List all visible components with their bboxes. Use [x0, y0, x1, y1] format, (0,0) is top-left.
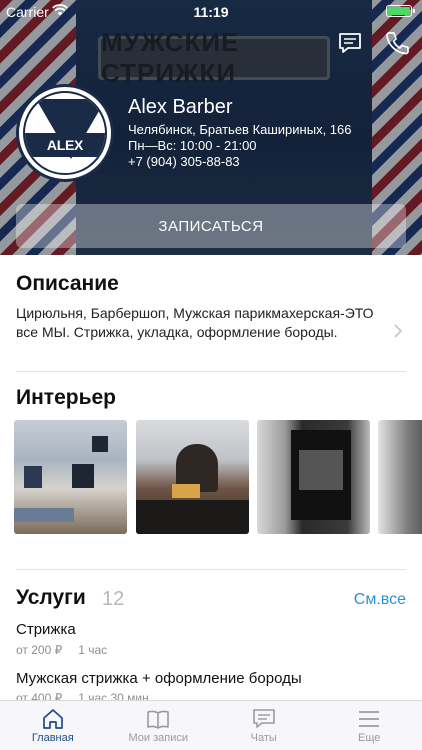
- see-all-link[interactable]: См.все: [354, 591, 406, 609]
- menu-icon: [359, 711, 380, 727]
- business-phone[interactable]: +7 (904) 305-88-83: [128, 154, 240, 169]
- services-title: Услуги: [16, 586, 86, 609]
- services-count: 12: [102, 588, 125, 610]
- clock: 11:19: [193, 4, 229, 20]
- business-hours: Пн—Вс: 10:00 - 21:00: [128, 138, 257, 153]
- description-text[interactable]: Цирюльня, Барбершоп, Мужская парикмахерс…: [16, 304, 376, 342]
- home-icon: [42, 709, 63, 729]
- business-address: Челябинск, Братьев Кашириных, 166: [128, 122, 352, 137]
- interior-photo[interactable]: [136, 420, 249, 534]
- service-duration: 1 час: [78, 643, 108, 657]
- interior-photo[interactable]: [378, 420, 422, 534]
- tab-bar: Главная Мои записи Чаты Еще: [0, 700, 422, 750]
- business-name: Alex Barber: [128, 96, 233, 118]
- tab-more[interactable]: Еще: [317, 701, 422, 750]
- interior-title: Интерьер: [16, 386, 116, 409]
- service-name[interactable]: Стрижка: [16, 621, 76, 638]
- barber-logo: ALEX BARBER: [16, 84, 114, 182]
- status-bar: Carrier 11:19: [0, 0, 422, 24]
- tab-home[interactable]: Главная: [0, 701, 106, 750]
- interior-gallery[interactable]: [14, 420, 422, 534]
- service-name[interactable]: Мужская стрижка + оформление бороды: [16, 670, 302, 687]
- tab-chats[interactable]: Чаты: [211, 701, 317, 750]
- interior-photo[interactable]: [14, 420, 127, 534]
- tab-label: Главная: [31, 732, 74, 744]
- phone-icon[interactable]: [384, 30, 410, 56]
- chat-icon[interactable]: [337, 30, 363, 56]
- battery-icon: [386, 5, 415, 17]
- chat-icon: [252, 709, 275, 728]
- book-button[interactable]: ЗАПИСАТЬСЯ: [16, 204, 406, 248]
- tab-label: Мои записи: [128, 732, 188, 744]
- tab-label: Еще: [358, 732, 381, 744]
- hero-banner: МУЖСКИЕ СТРИЖКИ Carrier 11:19 ALEX BARBE…: [0, 0, 422, 255]
- description-title: Описание: [16, 272, 119, 295]
- divider: [16, 569, 406, 570]
- tab-label: Чаты: [250, 732, 277, 744]
- service-meta: от 200 ₽ 1 час: [16, 643, 107, 657]
- service-price: от 200 ₽: [16, 643, 63, 657]
- divider: [16, 371, 406, 372]
- interior-photo[interactable]: [257, 420, 370, 534]
- chevron-right-icon[interactable]: [393, 324, 403, 338]
- book-icon: [147, 710, 170, 729]
- tab-bookings[interactable]: Мои записи: [106, 701, 212, 750]
